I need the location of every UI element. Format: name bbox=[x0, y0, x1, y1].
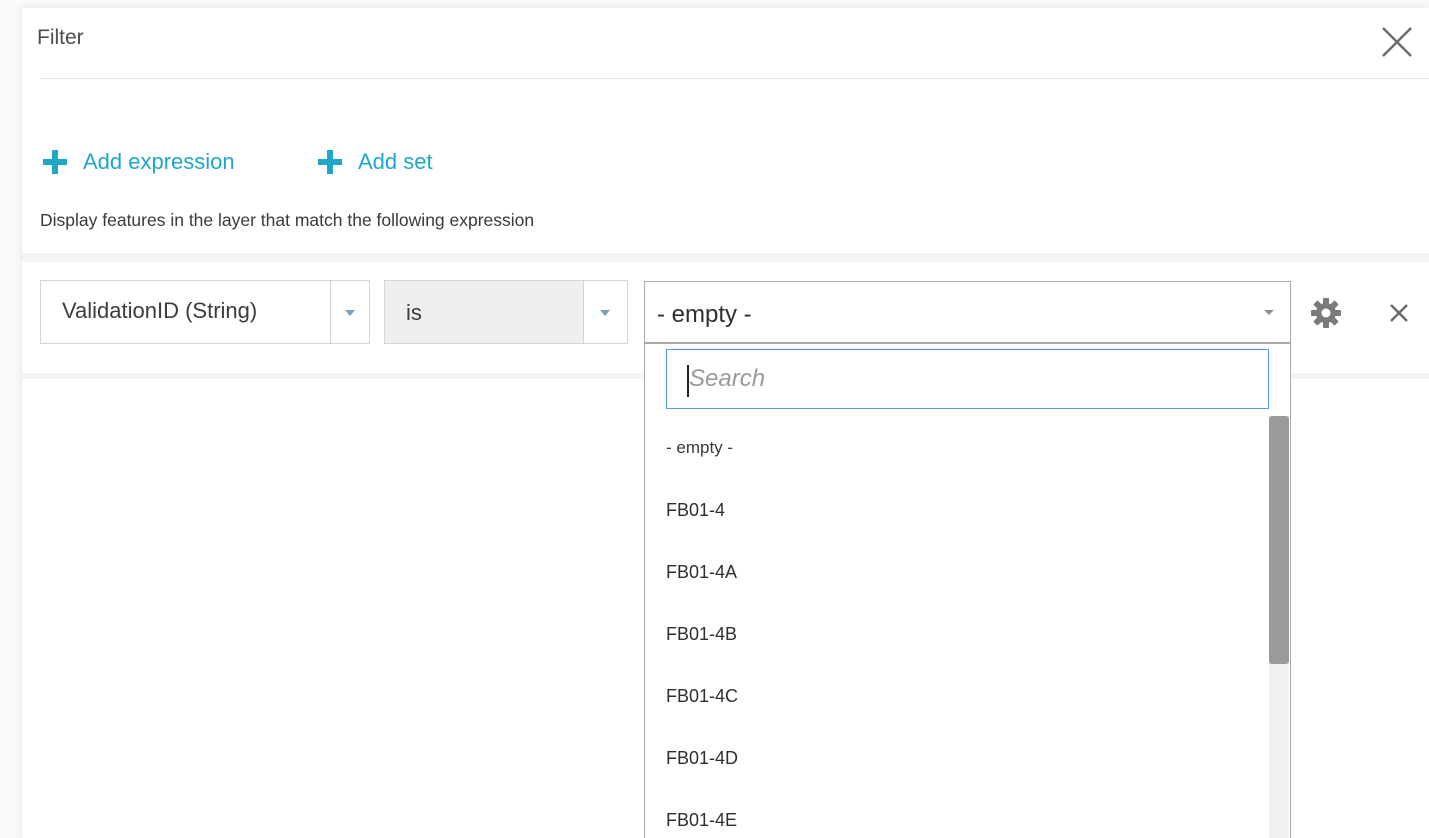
chevron-down-icon bbox=[345, 310, 355, 316]
chevron-down-icon bbox=[600, 310, 610, 316]
add-set-label: Add set bbox=[358, 149, 433, 174]
add-expression-label: Add expression bbox=[83, 149, 235, 174]
page: Filter Add expression Add set Display fe… bbox=[0, 0, 1429, 838]
search-input[interactable] bbox=[666, 349, 1269, 409]
operator-select-value: is bbox=[406, 300, 422, 325]
dialog-title: Filter bbox=[37, 26, 84, 49]
option-list: - empty - FB01-4 FB01-4A FB01-4B FB01-4C… bbox=[645, 417, 1265, 838]
list-item[interactable]: FB01-4C bbox=[645, 665, 1265, 727]
title-divider bbox=[40, 78, 1429, 79]
list-item[interactable]: FB01-4E bbox=[645, 789, 1265, 838]
field-select-toggle[interactable] bbox=[330, 281, 369, 343]
plus-icon bbox=[43, 150, 67, 174]
scrollbar-thumb[interactable] bbox=[1269, 416, 1289, 664]
filter-description: Display features in the layer that match… bbox=[40, 210, 535, 230]
close-dialog-button[interactable] bbox=[1379, 24, 1415, 60]
field-select-value: ValidationID (String) bbox=[62, 298, 258, 323]
list-item[interactable]: FB01-4 bbox=[645, 479, 1265, 541]
operator-select-toggle[interactable] bbox=[583, 281, 627, 343]
value-dropdown: - empty - FB01-4 FB01-4A FB01-4B FB01-4C… bbox=[644, 343, 1291, 838]
add-expression-button[interactable]: Add expression bbox=[41, 146, 235, 178]
text-cursor bbox=[687, 365, 689, 397]
gear-icon bbox=[1311, 298, 1341, 328]
list-item[interactable]: - empty - bbox=[645, 417, 1265, 479]
operator-select[interactable]: is bbox=[384, 280, 628, 344]
plus-icon bbox=[318, 150, 342, 174]
chevron-down-icon bbox=[1264, 310, 1274, 315]
list-item[interactable]: FB01-4D bbox=[645, 727, 1265, 789]
remove-expression-button[interactable] bbox=[1385, 299, 1413, 327]
value-select[interactable]: - empty - bbox=[644, 281, 1291, 343]
close-icon bbox=[1382, 27, 1412, 57]
field-select[interactable]: ValidationID (String) bbox=[40, 280, 370, 344]
expression-settings-button[interactable] bbox=[1310, 297, 1342, 329]
list-item[interactable]: FB01-4B bbox=[645, 603, 1265, 665]
list-item[interactable]: FB01-4A bbox=[645, 541, 1265, 603]
add-set-button[interactable]: Add set bbox=[316, 146, 433, 178]
close-icon bbox=[1390, 304, 1408, 322]
value-select-value: - empty - bbox=[657, 301, 752, 328]
